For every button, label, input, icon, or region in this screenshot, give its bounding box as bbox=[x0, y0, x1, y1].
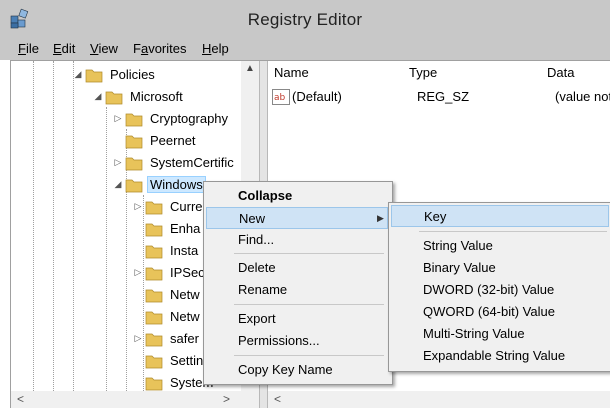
tree-guide-line bbox=[33, 61, 34, 391]
folder-icon bbox=[145, 267, 163, 281]
folder-icon bbox=[145, 223, 163, 237]
new-submenu: Key String Value Binary Value DWORD (32-… bbox=[388, 202, 610, 372]
values-horizontal-scrollbar[interactable]: < bbox=[268, 391, 610, 408]
submenu-item-dword-value[interactable]: DWORD (32-bit) Value bbox=[391, 279, 609, 301]
menu-item-collapse[interactable]: Collapse bbox=[206, 185, 388, 207]
submenu-arrow-icon: ▶ bbox=[377, 213, 384, 223]
svg-text:ab: ab bbox=[274, 93, 286, 103]
folder-icon bbox=[125, 157, 143, 171]
tree-guide-line bbox=[143, 195, 144, 391]
menu-item-find[interactable]: Find... bbox=[206, 229, 388, 251]
submenu-item-key[interactable]: Key bbox=[391, 205, 609, 227]
tree-guide-line bbox=[53, 61, 54, 391]
menu-separator bbox=[234, 304, 384, 305]
tree-horizontal-scrollbar[interactable]: < > bbox=[11, 391, 259, 408]
menu-item-export[interactable]: Export bbox=[206, 308, 388, 330]
folder-icon bbox=[145, 377, 163, 391]
menu-file[interactable]: File bbox=[18, 41, 39, 56]
context-menu: Collapse New ▶ Find... Delete Rename Expo… bbox=[203, 181, 393, 385]
tree-guide-line bbox=[106, 107, 107, 391]
menu-bar: File Edit View Favorites Help bbox=[0, 38, 610, 60]
folder-icon bbox=[125, 113, 143, 127]
folder-icon bbox=[85, 69, 103, 83]
column-header-name[interactable]: Name bbox=[268, 61, 404, 83]
submenu-item-multi-string-value[interactable]: Multi-String Value bbox=[391, 323, 609, 345]
expand-triangle-icon[interactable]: ▷ bbox=[113, 113, 123, 123]
title-bar[interactable]: Registry Editor bbox=[0, 0, 610, 38]
column-header-type[interactable]: Type bbox=[403, 61, 542, 83]
menu-item-new[interactable]: New ▶ bbox=[206, 207, 388, 229]
menu-separator bbox=[419, 231, 607, 232]
folder-icon bbox=[145, 311, 163, 325]
window-title: Registry Editor bbox=[247, 10, 363, 29]
menu-separator bbox=[234, 253, 384, 254]
tree-guide-line bbox=[73, 61, 74, 391]
submenu-item-expandable-string-value[interactable]: Expandable String Value bbox=[391, 345, 609, 367]
string-value-icon: ab bbox=[272, 89, 290, 105]
folder-icon bbox=[145, 333, 163, 347]
submenu-item-string-value[interactable]: String Value bbox=[391, 235, 609, 257]
menu-view[interactable]: View bbox=[90, 41, 118, 56]
menu-edit[interactable]: Edit bbox=[53, 41, 75, 56]
menu-item-permissions[interactable]: Permissions... bbox=[206, 330, 388, 352]
folder-icon bbox=[145, 289, 163, 303]
scroll-left-arrow-icon[interactable]: < bbox=[17, 392, 24, 406]
submenu-item-binary-value[interactable]: Binary Value bbox=[391, 257, 609, 279]
folder-icon bbox=[145, 201, 163, 215]
collapse-triangle-icon[interactable]: ◢ bbox=[113, 179, 123, 189]
menu-item-delete[interactable]: Delete bbox=[206, 257, 388, 279]
menu-item-rename[interactable]: Rename bbox=[206, 279, 388, 301]
submenu-item-qword-value[interactable]: QWORD (64-bit) Value bbox=[391, 301, 609, 323]
folder-icon bbox=[125, 179, 143, 193]
folder-icon bbox=[145, 245, 163, 259]
menu-separator bbox=[234, 355, 384, 356]
folder-icon bbox=[145, 355, 163, 369]
folder-icon bbox=[105, 91, 123, 105]
menu-favorites[interactable]: Favorites bbox=[133, 41, 186, 56]
expand-triangle-icon[interactable]: ▷ bbox=[133, 201, 143, 211]
scroll-up-arrow-icon[interactable]: ▲ bbox=[241, 63, 259, 79]
collapse-triangle-icon[interactable]: ◢ bbox=[93, 91, 103, 101]
expand-triangle-icon[interactable]: ▷ bbox=[113, 157, 123, 167]
collapse-triangle-icon[interactable]: ◢ bbox=[73, 69, 83, 79]
column-header-data[interactable]: Data bbox=[541, 61, 610, 83]
scroll-right-arrow-icon[interactable]: > bbox=[223, 392, 230, 406]
menu-help[interactable]: Help bbox=[202, 41, 229, 56]
expand-triangle-icon[interactable]: ▷ bbox=[133, 267, 143, 277]
folder-icon bbox=[125, 135, 143, 149]
menu-item-copy-key-name[interactable]: Copy Key Name bbox=[206, 359, 388, 381]
expand-triangle-icon[interactable]: ▷ bbox=[133, 333, 143, 343]
scroll-left-arrow-icon[interactable]: < bbox=[274, 392, 281, 406]
